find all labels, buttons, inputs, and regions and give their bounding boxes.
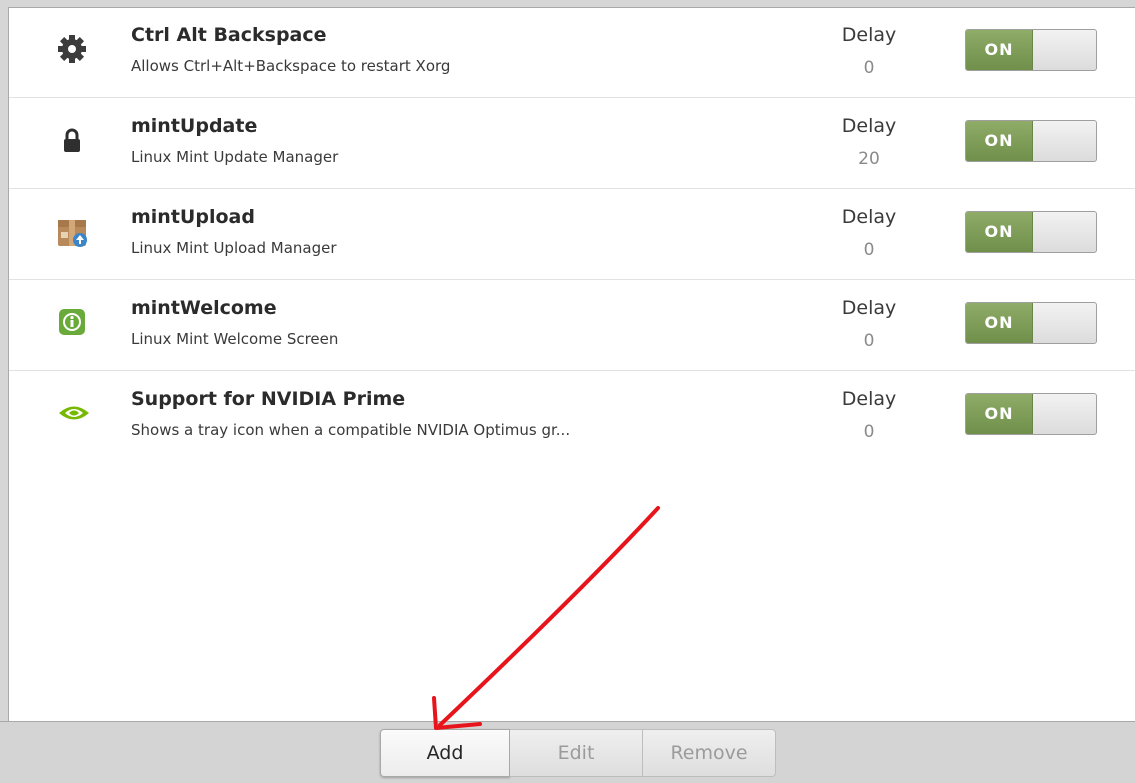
delay-label: Delay [841,24,897,46]
delay-label: Delay [841,388,897,410]
upload-box-icon [57,216,87,247]
list-item[interactable]: mintUpload Linux Mint Upload Manager Del… [9,189,1135,280]
delay-value: 0 [863,422,875,442]
lock-icon [57,125,87,155]
remove-button[interactable]: Remove [643,729,776,777]
list-item[interactable]: Support for NVIDIA Prime Shows a tray ic… [9,371,1135,462]
add-button[interactable]: Add [380,729,510,777]
enable-toggle[interactable]: ON [965,393,1097,435]
app-name: mintWelcome [131,297,277,319]
list-item[interactable]: mintWelcome Linux Mint Welcome Screen De… [9,280,1135,371]
delay-label: Delay [841,115,897,137]
enable-toggle[interactable]: ON [965,120,1097,162]
app-name: mintUpdate [131,115,258,137]
info-icon [57,307,87,337]
enable-toggle[interactable]: ON [965,211,1097,253]
enable-toggle[interactable]: ON [965,29,1097,71]
enable-toggle[interactable]: ON [965,302,1097,344]
toggle-on-label: ON [966,30,1033,70]
app-name: Ctrl Alt Backspace [131,24,327,46]
toggle-on-label: ON [966,394,1033,434]
app-description: Linux Mint Update Manager [131,148,339,166]
app-name: mintUpload [131,206,255,228]
edit-button[interactable]: Edit [510,729,643,777]
delay-label: Delay [841,206,897,228]
delay-value: 0 [863,58,875,78]
toggle-on-label: ON [966,303,1033,343]
delay-value: 0 [863,331,875,351]
toggle-on-label: ON [966,212,1033,252]
list-item[interactable]: mintUpdate Linux Mint Update Manager Del… [9,98,1135,189]
nvidia-icon [57,398,89,428]
delay-value: 20 [858,149,880,169]
list-item[interactable]: Ctrl Alt Backspace Allows Ctrl+Alt+Backs… [9,7,1135,98]
app-name: Support for NVIDIA Prime [131,388,406,410]
gear-icon [57,34,87,64]
app-description: Allows Ctrl+Alt+Backspace to restart Xor… [131,57,451,75]
delay-label: Delay [841,297,897,319]
app-description: Shows a tray icon when a compatible NVID… [131,421,571,439]
toggle-on-label: ON [966,121,1033,161]
app-description: Linux Mint Welcome Screen [131,330,339,348]
delay-value: 0 [863,240,875,260]
app-description: Linux Mint Upload Manager [131,239,337,257]
